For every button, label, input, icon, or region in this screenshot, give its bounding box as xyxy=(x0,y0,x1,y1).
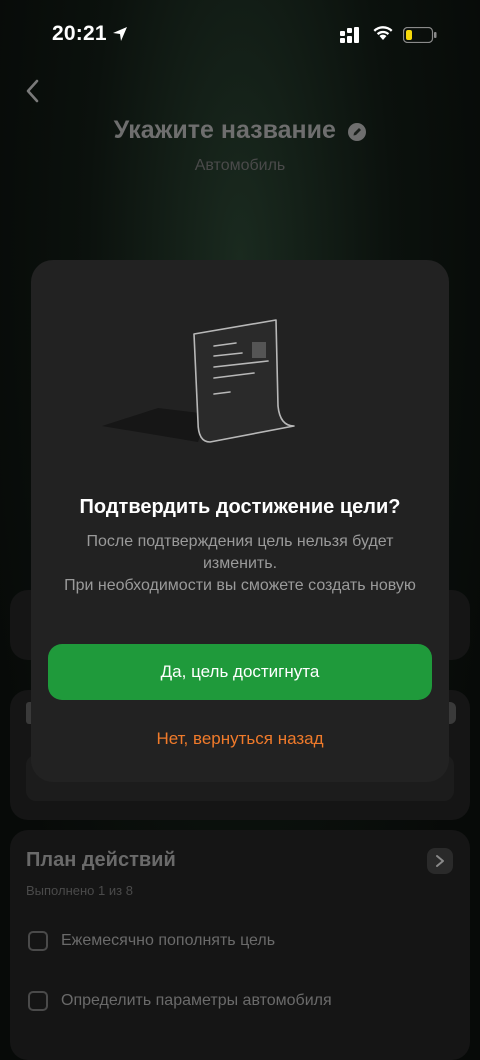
dialog-message-line: После подтверждения цель нельзя будет из… xyxy=(86,533,394,572)
action-plan-open-button[interactable] xyxy=(427,848,453,874)
task-item[interactable]: Определить параметры автомобиля xyxy=(28,989,332,1013)
task-checkbox[interactable] xyxy=(28,991,48,1011)
location-arrow-icon xyxy=(113,27,127,41)
task-checkbox[interactable] xyxy=(28,931,48,951)
chevron-right-icon xyxy=(436,855,444,867)
action-plan-title: План действий xyxy=(26,849,176,871)
status-time: 20:21 xyxy=(52,22,107,45)
cellular-signal-icon xyxy=(340,27,359,43)
cancel-back-button[interactable]: Нет, вернуться назад xyxy=(48,720,432,758)
wifi-icon xyxy=(373,26,393,40)
status-bar: 20:21 xyxy=(0,0,480,70)
action-plan-progress: Выполнено 1 из 8 xyxy=(26,883,133,898)
goal-title-row[interactable]: Укажите название xyxy=(0,116,480,145)
task-label: Ежемесячно пополнять цель xyxy=(61,932,276,949)
back-chevron-icon[interactable] xyxy=(22,78,46,104)
screen: 20:21 Укажите название Автомобиль План д… xyxy=(0,0,480,1060)
goal-subtitle: Автомобиль xyxy=(194,157,286,174)
battery-low-icon xyxy=(403,27,437,43)
confirm-goal-button[interactable]: Да, цель достигнута xyxy=(48,644,432,700)
edit-pencil-icon[interactable] xyxy=(348,122,367,141)
goal-title: Укажите название xyxy=(113,116,336,144)
dialog-message-line: При необходимости вы сможете создать нов… xyxy=(64,577,416,594)
task-item[interactable]: Ежемесячно пополнять цель xyxy=(28,929,275,953)
dialog-title: Подтвердить достижение цели? xyxy=(79,496,401,518)
dialog-message: После подтверждения цель нельзя будет из… xyxy=(55,531,425,597)
task-label: Определить параметры автомобиля xyxy=(61,992,332,1009)
document-icon xyxy=(102,319,295,443)
